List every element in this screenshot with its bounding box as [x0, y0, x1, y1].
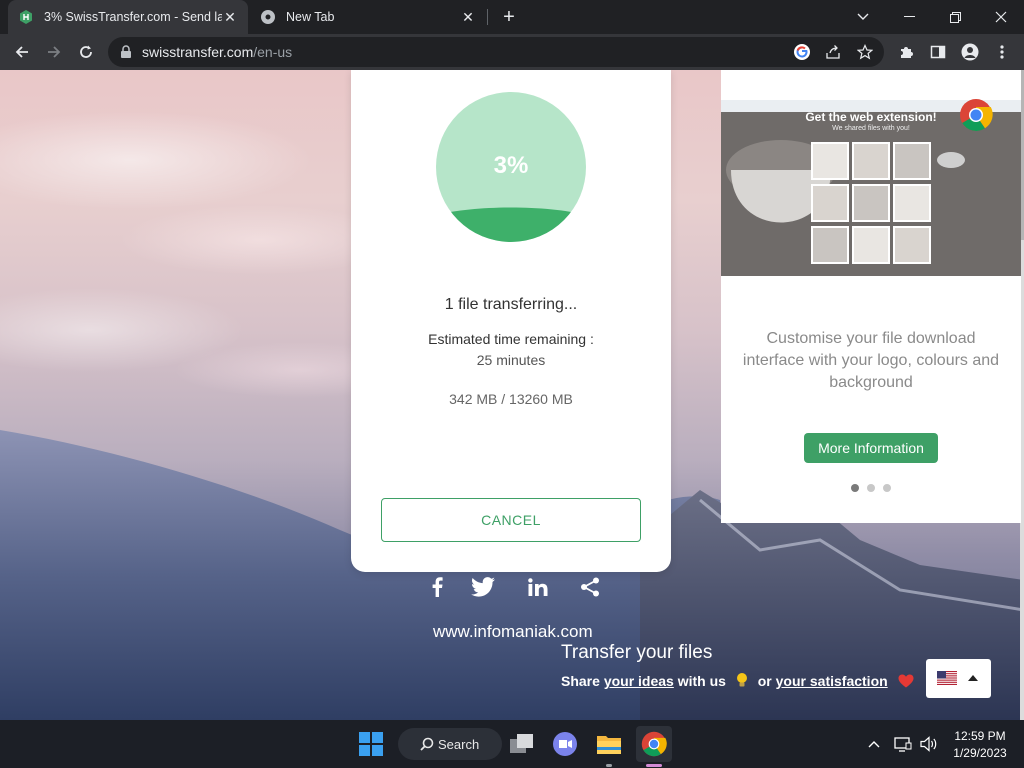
extensions-puzzle-icon[interactable] [892, 38, 920, 66]
share-or: or [757, 673, 772, 689]
eta-label: Estimated time remaining : [428, 331, 594, 347]
side-panel-icon[interactable] [924, 38, 952, 66]
volume-icon[interactable] [914, 726, 944, 762]
promo-description: Customise your file download interface w… [742, 330, 1000, 391]
transfer-size: 342 MB / 13260 MB [449, 391, 573, 407]
explorer-open-indicator [606, 764, 612, 767]
clock-date[interactable]: 1/29/2023 [948, 746, 1012, 760]
carousel-dot-2[interactable] [867, 484, 875, 492]
share-page-icon[interactable] [823, 42, 843, 62]
chrome-logo-icon [960, 99, 993, 131]
promo-thumbnail [852, 226, 890, 264]
chrome-active-indicator [646, 764, 662, 767]
windows-taskbar: Search 12:59 PM 1/29/2023 [0, 720, 1024, 768]
promo-thumbnail [893, 226, 931, 264]
swisstransfer-favicon-icon [20, 10, 32, 24]
tab-new-tab[interactable]: New Tab ✕ [250, 0, 486, 34]
browser-tab-strip: 3% SwissTransfer.com - Send larg ✕ New T… [0, 0, 1024, 34]
clock-time[interactable]: 12:59 PM [948, 729, 1012, 743]
footer-tagline: Transfer your files [561, 642, 713, 663]
tab-swisstransfer[interactable]: 3% SwissTransfer.com - Send larg ✕ [8, 0, 248, 34]
promo-thumbnail [852, 184, 890, 222]
chrome-taskbar-icon[interactable] [636, 726, 672, 762]
tab-search-chevron-icon[interactable] [840, 0, 886, 34]
profile-avatar-icon[interactable] [956, 38, 984, 66]
reload-button[interactable] [72, 38, 100, 66]
taskbar-search[interactable]: Search [398, 728, 502, 760]
eta-value: 25 minutes [476, 352, 546, 368]
footer-share-line: Share your ideas with us or your satisfa… [561, 672, 914, 689]
language-selector[interactable] [926, 659, 991, 698]
lock-icon[interactable] [120, 45, 132, 59]
browser-toolbar: swisstransfer.com/en-us [0, 34, 1024, 70]
forward-button[interactable] [40, 38, 68, 66]
share-icon[interactable] [578, 576, 602, 598]
promo-thumbnail [893, 142, 931, 180]
promo-thumbnail [852, 142, 890, 180]
google-icon[interactable] [792, 42, 812, 62]
cancel-button[interactable]: CANCEL [381, 498, 641, 542]
carousel-dot-1[interactable] [851, 484, 859, 492]
chrome-icon [261, 10, 275, 24]
page-viewport: 3% 1 file transferring... Estimated time… [0, 70, 1024, 720]
task-view-icon[interactable] [504, 726, 540, 762]
heart-icon [898, 674, 914, 688]
share-mid: with us [677, 673, 726, 689]
lightbulb-icon [736, 673, 747, 687]
promo-thumbnail [893, 184, 931, 222]
tab-separator [487, 9, 488, 25]
linkedin-icon[interactable] [526, 576, 550, 598]
progress-percent: 3% [493, 152, 529, 179]
promo-thumbnail [811, 184, 849, 222]
close-window-button[interactable] [978, 0, 1024, 34]
file-explorer-icon[interactable] [591, 726, 627, 762]
chrome-menu-icon[interactable] [988, 38, 1016, 66]
more-information-button[interactable]: More Information [804, 433, 938, 463]
facebook-icon[interactable] [428, 576, 446, 598]
restore-button[interactable] [932, 0, 978, 34]
minimize-button[interactable] [886, 0, 932, 34]
search-icon [420, 737, 434, 751]
promo-carousel: Get the web extension! We shared files w… [721, 70, 1021, 523]
url-text: swisstransfer.com/en-us [142, 44, 293, 60]
share-prefix: Share [561, 673, 600, 689]
twitter-icon[interactable] [470, 576, 496, 598]
tab-title: New Tab [286, 10, 335, 24]
caret-up-icon [968, 675, 978, 681]
bookmark-star-icon[interactable] [855, 42, 875, 62]
promo-thumbnail [811, 226, 849, 264]
search-label: Search [438, 736, 480, 752]
transfer-progress-card: 3% 1 file transferring... Estimated time… [351, 70, 671, 572]
teams-chat-icon[interactable] [547, 726, 583, 762]
tab-close-icon[interactable]: ✕ [222, 9, 238, 25]
transfer-status: 1 file transferring... [444, 296, 578, 313]
infomaniak-link[interactable]: www.infomaniak.com [433, 622, 593, 642]
promo-thumbnail [811, 142, 849, 180]
us-flag-icon [937, 671, 957, 685]
your-satisfaction-link[interactable]: your satisfaction [776, 673, 888, 689]
windows-start-icon[interactable] [353, 726, 389, 762]
carousel-dot-3[interactable] [883, 484, 891, 492]
tab-close-icon[interactable]: ✕ [460, 9, 476, 25]
your-ideas-link[interactable]: your ideas [604, 673, 674, 689]
back-button[interactable] [8, 38, 36, 66]
show-hidden-icons-chevron-icon[interactable] [858, 726, 890, 762]
new-tab-button[interactable]: + [498, 6, 520, 28]
address-bar[interactable]: swisstransfer.com/en-us [108, 37, 884, 67]
tab-title: 3% SwissTransfer.com - Send larg [44, 10, 222, 24]
